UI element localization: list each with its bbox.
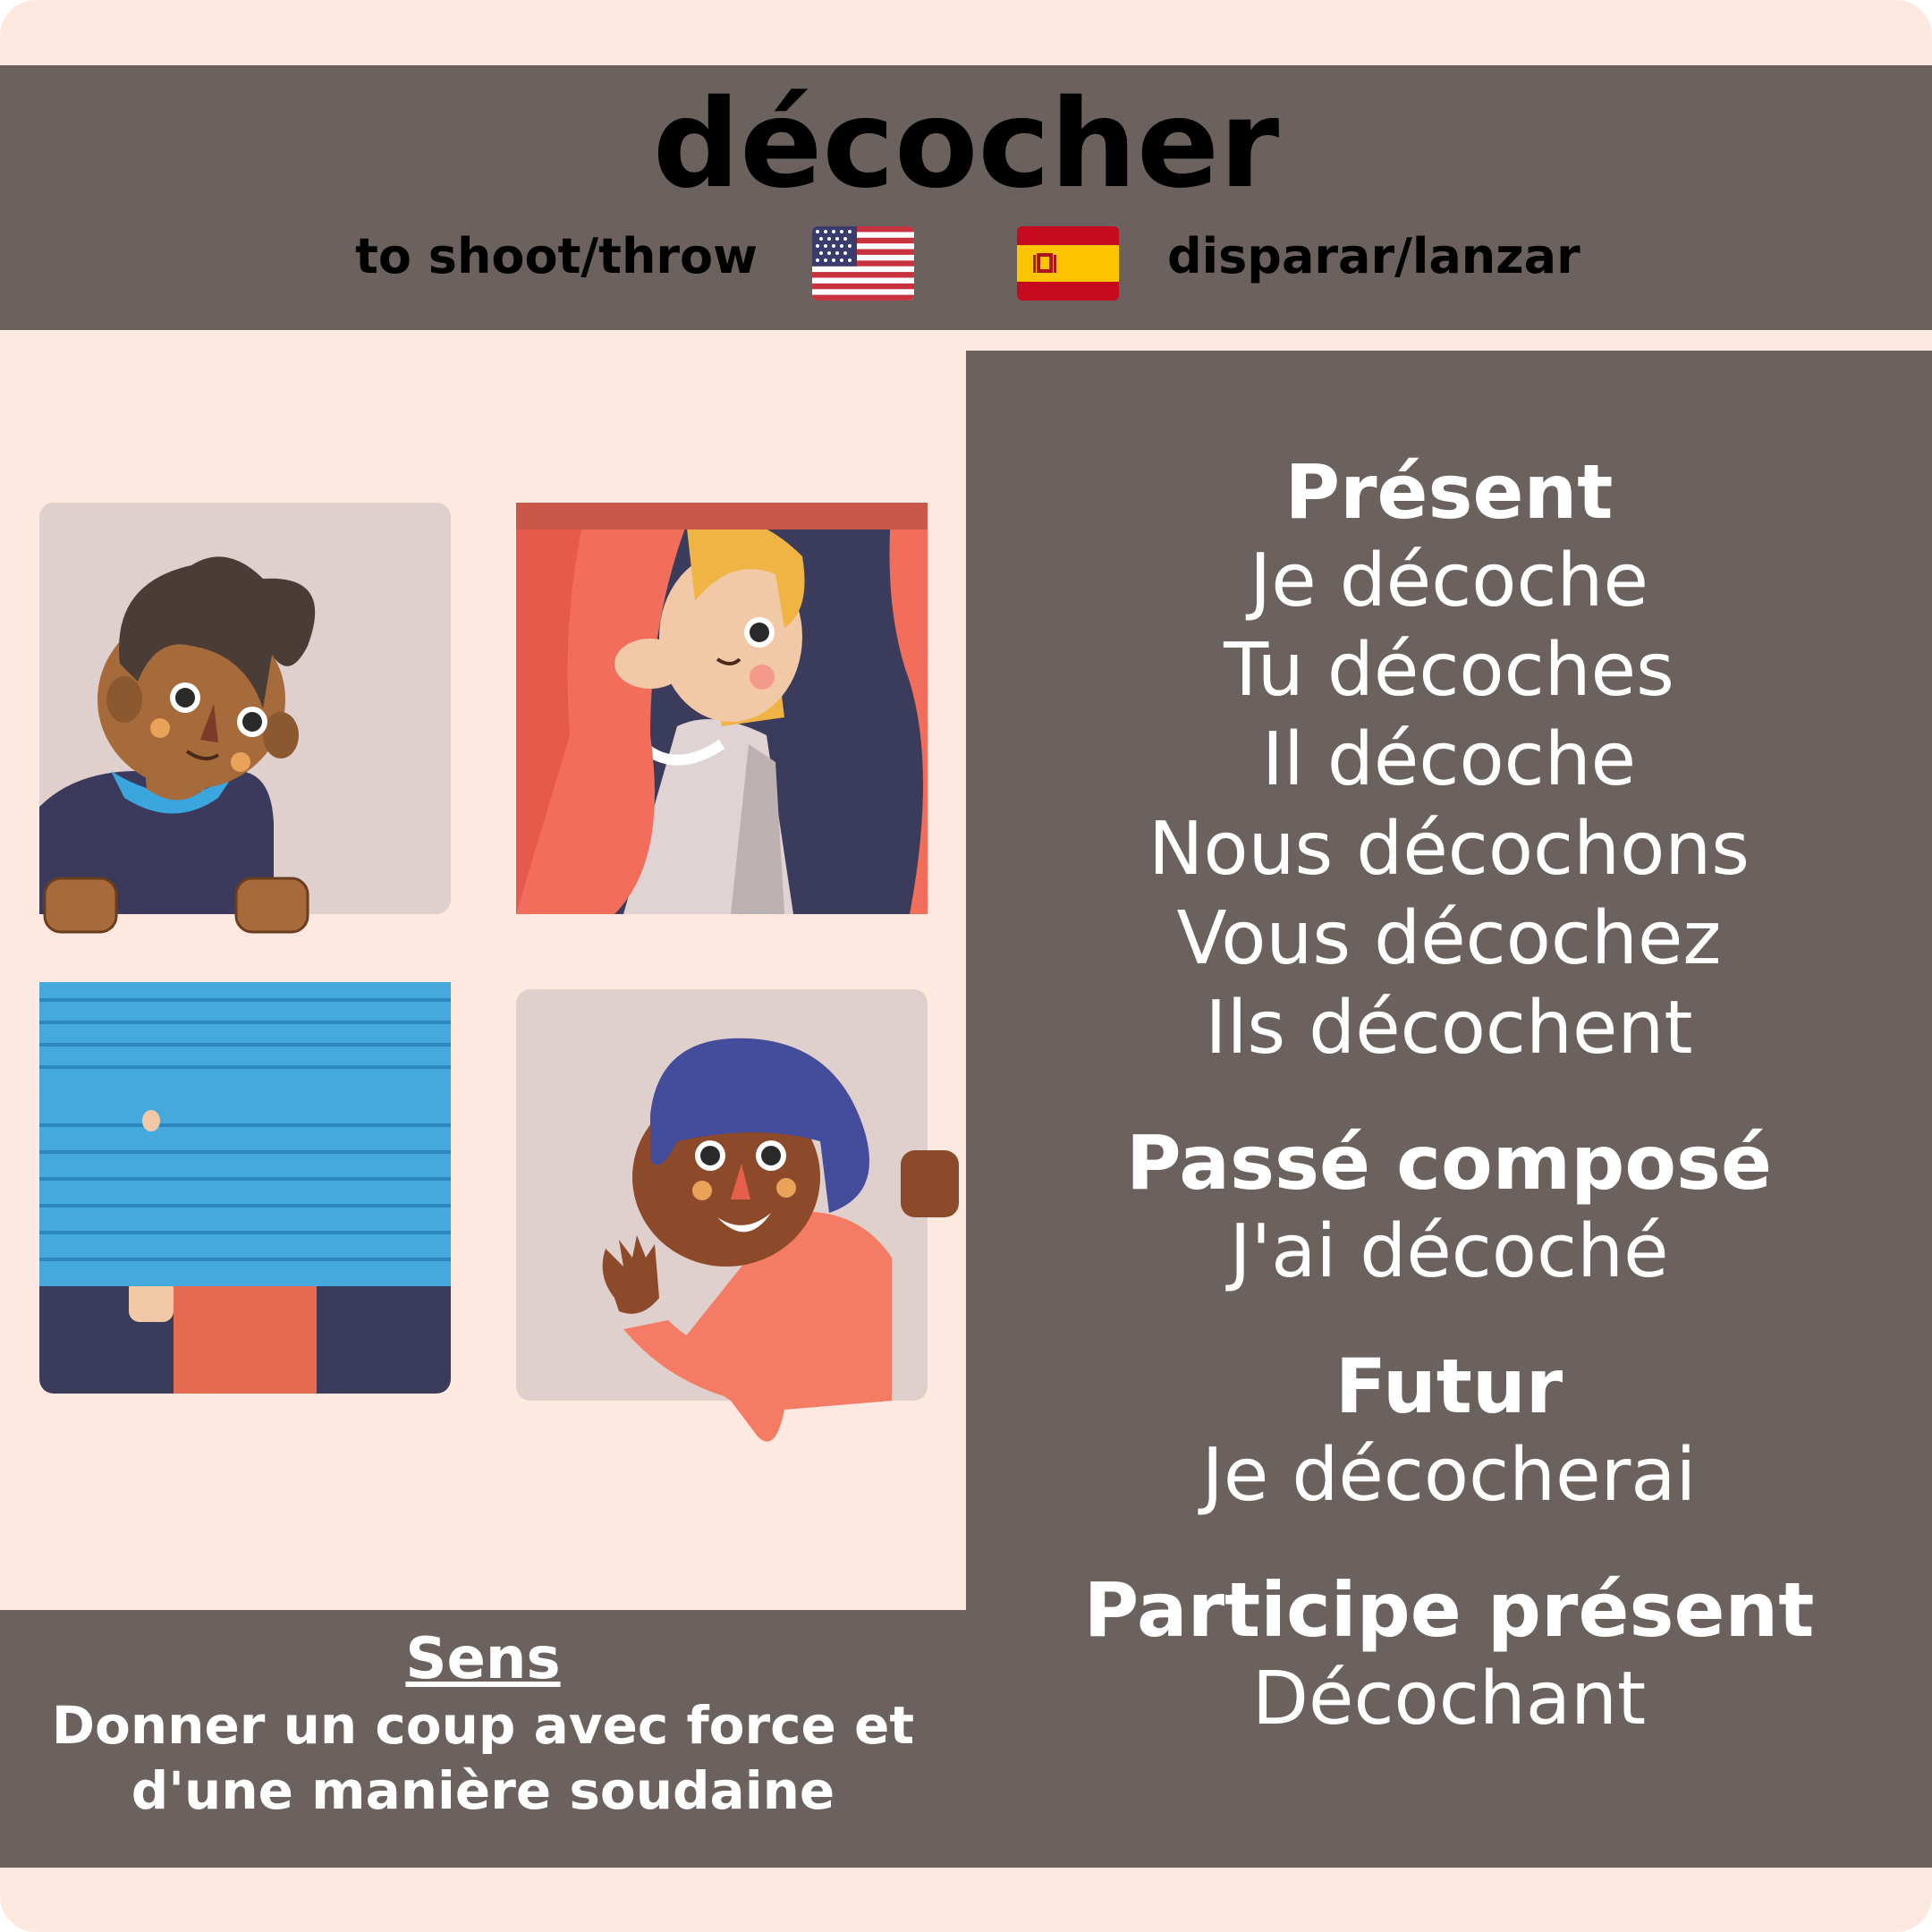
- present-label: Présent: [1284, 448, 1614, 536]
- present-form-nous: Nous décochons: [1148, 807, 1750, 892]
- participe-present-label: Participe présent: [1083, 1566, 1815, 1654]
- present-form-il: Il décoche: [1261, 717, 1637, 802]
- woman-waving-illustration: [516, 989, 959, 1442]
- us-flag-icon: [812, 226, 914, 301]
- present-form-ils: Ils décochent: [1205, 986, 1693, 1071]
- meaning-line-1: Donner un coup avec force et: [51, 1695, 915, 1756]
- participe-present-form: Décochant: [1251, 1657, 1647, 1741]
- spanish-translation: disparar/lanzar: [1167, 228, 1580, 284]
- woman-behind-curtain-illustration: [516, 503, 928, 914]
- meaning-title: Sens: [405, 1626, 561, 1692]
- participe-present-block: Participe présent Décochant: [966, 1565, 1932, 1744]
- verb-title: décocher: [652, 74, 1280, 216]
- verb-card: décocher to shoot/throw disparar/lanzar …: [0, 0, 1932, 1932]
- person-behind-blinds-illustration: [39, 982, 451, 1394]
- english-translation: to shoot/throw: [355, 228, 758, 284]
- passe-compose-form: J'ai décoché: [1229, 1209, 1669, 1294]
- passe-compose-block: Passé composé J'ai décoché: [966, 1118, 1932, 1297]
- boy-peeking-illustration: [39, 503, 451, 934]
- present-form-vous: Vous décochez: [1176, 896, 1722, 981]
- passe-compose-label: Passé composé: [1125, 1119, 1773, 1207]
- spain-flag-icon: [1017, 226, 1119, 301]
- meaning-text: Donner un coup avec force et d'une maniè…: [0, 1693, 966, 1824]
- present-form-tu: Tu décoches: [1224, 628, 1674, 713]
- futur-block: Futur Je décocherai: [966, 1342, 1932, 1521]
- futur-label: Futur: [1335, 1343, 1563, 1430]
- meaning-line-2: d'une manière soudaine: [131, 1760, 835, 1821]
- present-form-je: Je décoche: [1250, 538, 1648, 623]
- futur-form: Je décocherai: [1201, 1433, 1697, 1518]
- present-block: Présent Je décoche Tu décoches Il décoch…: [966, 447, 1932, 1073]
